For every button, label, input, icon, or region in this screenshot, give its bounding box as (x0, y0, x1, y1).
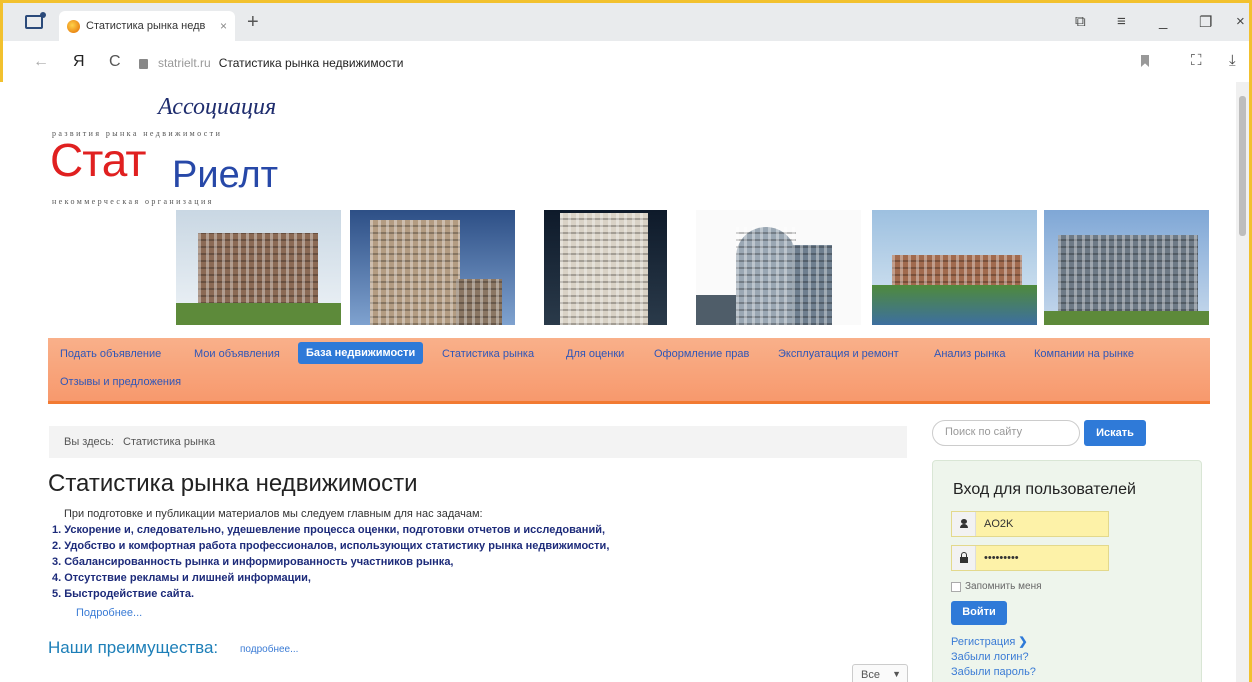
header-photo-4 (696, 210, 861, 325)
remember-checkbox[interactable] (951, 581, 961, 592)
address-input[interactable]: statrielt.ru Статистика рынка недвижимос… (139, 49, 1171, 77)
tab-bar: Статистика рынка недв × + ⧉ ≡ _ ❐ × (3, 3, 1249, 41)
header-photo-1 (176, 210, 341, 325)
goal-item: 4. Отсутствие рекламы и лишней информаци… (52, 572, 311, 584)
back-button[interactable]: ← (33, 53, 49, 71)
new-tab-button[interactable]: + (247, 11, 259, 34)
login-panel: Вход для пользователей AO2K ••••••••• За… (932, 460, 1202, 682)
menu-item-rights[interactable]: Оформление прав (654, 348, 749, 360)
username-value: AO2K (984, 518, 1014, 530)
logo-stat-text: Стат (50, 134, 146, 186)
advantages-more-link[interactable]: подробнее... (240, 644, 298, 655)
menu-item-maintenance[interactable]: Эксплуатация и ремонт (778, 348, 899, 360)
tab-close-icon[interactable]: × (220, 19, 227, 33)
password-value: ••••••••• (984, 552, 1019, 564)
menu-item-appraisal[interactable]: Для оценки (566, 348, 624, 360)
password-field[interactable]: ••••••••• (951, 545, 1109, 571)
chevron-down-icon: ▼ (892, 669, 901, 679)
menu-item-market-stats[interactable]: Статистика рынка (442, 348, 534, 360)
remember-me[interactable]: Запомнить меня (951, 581, 1042, 592)
downloads-icon[interactable]: ⤓ (1229, 52, 1236, 69)
url-page-title: Статистика рынка недвижимости (218, 56, 404, 70)
site-favicon-icon (67, 19, 80, 33)
address-bar-row: ← Я C statrielt.ru Статистика рынка недв… (3, 41, 1249, 85)
header-photo-2 (350, 210, 515, 325)
search-input[interactable]: Поиск по сайту (932, 420, 1080, 446)
advantages-heading: Наши преимущества: (48, 638, 219, 657)
filter-select-value: Все (861, 669, 880, 681)
menu-item-analysis[interactable]: Анализ рынка (934, 348, 1005, 360)
forgot-login-link[interactable]: Забыли логин? (951, 651, 1029, 663)
menu-item-companies[interactable]: Компании на рынке (1034, 348, 1134, 360)
translate-icon[interactable]: ⛶ (1191, 52, 1202, 69)
tab-title: Статистика рынка недв (86, 20, 206, 32)
header-photo-6 (1044, 210, 1209, 325)
chevron-right-icon: ❯ (1018, 636, 1028, 648)
register-label: Регистрация (951, 636, 1016, 648)
user-icon (952, 512, 976, 536)
close-window-button[interactable]: × (1236, 13, 1245, 30)
logo-subtitle-bottom: некоммерческая организация (52, 197, 214, 206)
lock-icon (139, 59, 148, 69)
more-link[interactable]: Подробнее... (76, 607, 142, 619)
login-button[interactable]: Войти (951, 601, 1007, 625)
header-photo-5 (872, 210, 1037, 325)
browser-tab[interactable]: Статистика рынка недв × (59, 11, 235, 41)
header-photo-3 (544, 210, 667, 325)
goal-item: 5. Быстродействие сайта. (52, 588, 195, 600)
web-page: Ассоциация развития рынка недвижимости С… (0, 82, 1236, 682)
scrollbar-thumb[interactable] (1239, 96, 1246, 236)
tabs-overview-icon[interactable] (25, 12, 46, 29)
url-domain: statrielt.ru (158, 56, 211, 70)
username-field[interactable]: AO2K (951, 511, 1109, 537)
logo-rielt-text: Риелт (172, 154, 279, 196)
lock-icon (952, 546, 976, 570)
login-title: Вход для пользователей (953, 481, 1136, 498)
breadcrumb: Вы здесь: Статистика рынка (49, 426, 907, 458)
search-button[interactable]: Искать (1084, 420, 1146, 446)
breadcrumb-label: Вы здесь: (64, 436, 114, 448)
minimize-button[interactable]: _ (1159, 13, 1167, 30)
register-link[interactable]: Регистрация ❯ (951, 635, 1028, 648)
menu-item-post-ad[interactable]: Подать объявление (60, 348, 161, 360)
remember-label: Запомнить меня (965, 581, 1042, 592)
reload-button[interactable]: C (109, 53, 121, 71)
goal-item: 2. Удобство и комфортная работа професси… (52, 540, 610, 552)
filter-select[interactable]: Все ▼ (852, 664, 908, 682)
logo-association-text: Ассоциация (158, 94, 277, 120)
yandex-home-button[interactable]: Я (73, 53, 85, 71)
restore-button[interactable]: ❐ (1199, 13, 1212, 31)
breadcrumb-current: Статистика рынка (123, 436, 216, 448)
browser-menu-icon[interactable]: ≡ (1117, 13, 1126, 30)
goal-item: 1. Ускорение и, следовательно, удешевлен… (52, 524, 606, 536)
page-title: Статистика рынка недвижимости (48, 470, 418, 497)
goal-item: 3. Сбалансированность рынка и информиров… (52, 556, 454, 568)
menu-item-my-ads[interactable]: Мои объявления (194, 348, 280, 360)
page-scrollbar[interactable] (1236, 82, 1249, 682)
menu-item-feedback[interactable]: Отзывы и предложения (60, 376, 181, 388)
main-menu: Подать объявление Мои объявления База не… (48, 338, 1210, 404)
intro-text: При подготовке и публикации материалов м… (64, 508, 483, 520)
menu-item-database[interactable]: База недвижимости (298, 342, 424, 364)
forgot-password-link[interactable]: Забыли пароль? (951, 666, 1036, 678)
bookmarks-collection-icon[interactable]: ⧉ (1075, 13, 1086, 30)
